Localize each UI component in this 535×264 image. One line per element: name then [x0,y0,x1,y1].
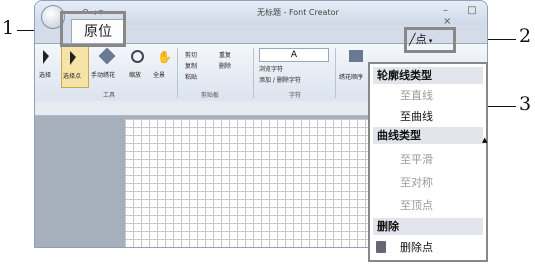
pen-icon: ╱ [409,33,416,46]
chevron-down-icon: ▾ [426,37,433,45]
chevron-up-icon: ▲ [482,136,488,144]
window-controls[interactable]: – □ × [443,5,487,27]
add-remove-char-button[interactable]: 添加 / 删除字符 [259,75,301,84]
menu-section-outline-type: 轮廓线类型 [373,67,483,84]
design-grid[interactable] [125,119,387,247]
select-label: 选择 [39,72,52,79]
delete-button[interactable]: 删除 [219,61,231,70]
magnifier-icon [131,50,144,63]
callout-2: 2 [519,25,532,47]
repeat-button[interactable]: 重复 [219,50,231,59]
hand-icon: ✋ [157,50,172,64]
point-type-button[interactable]: ╱点 ▾ [409,31,449,49]
pan-label: 全景 [153,72,166,79]
menu-section-delete: 删除 [373,218,483,235]
separator [177,48,178,98]
menu-to-corner[interactable]: 至顶点 [400,197,433,214]
point-menu: 轮廓线类型 至直线 至曲线 曲线类型 ▲ 至平滑 至对称 至顶点 删除 删除点 [368,62,488,262]
tab-highlight [60,11,126,47]
separator [253,48,254,98]
zoom-button[interactable]: 缩放 [127,48,149,86]
arrow-icon [43,50,49,64]
menu-to-curve[interactable]: 至曲线 [400,108,433,125]
manual-stitch-button[interactable]: 手动绣花 [91,47,123,86]
zoom-label: 缩放 [129,72,142,79]
tools-group-label: 工具 [103,92,116,99]
menu-to-symmetric[interactable]: 至对称 [400,174,433,191]
menu-to-smooth[interactable]: 至平滑 [400,151,433,168]
callout-3: 3 [519,93,532,115]
current-char: A [290,50,298,60]
manual-stitch-label: 手动绣花 [91,72,116,79]
clipboard-group-label: 剪贴板 [201,92,220,99]
char-navigator[interactable]: A [259,48,329,62]
stitch-order-icon [349,50,363,62]
text-group-label: 字符 [289,92,302,99]
cut-button[interactable]: 剪切 [185,50,197,59]
delete-point-icon [376,241,386,253]
pan-button[interactable]: ✋ 全景 [151,48,173,86]
point-button-label: 点 [415,33,427,46]
menu-section-curve-type: 曲线类型 [373,127,483,144]
callout-3-line [488,106,516,107]
copy-button[interactable]: 复制 [185,61,197,70]
browse-char-button[interactable]: 浏览字符 [259,64,283,73]
select-tool-button[interactable]: 选择 [39,48,59,86]
separator [335,48,336,98]
stitch-icon [98,47,116,65]
select-point-label: 选择点 [63,73,82,80]
select-point-tool-button[interactable]: 选择点 [61,46,89,88]
callout-1: 1 [2,17,15,39]
menu-delete-point[interactable]: 删除点 [400,239,433,256]
window-title: 无标题 - Font Creator [257,8,339,17]
menu-to-straight[interactable]: 至直线 [400,87,433,104]
stitch-order-label: 绣花顺序 [339,74,364,81]
point-arrow-icon [70,51,76,65]
paste-button[interactable]: 粘贴 [185,72,197,81]
